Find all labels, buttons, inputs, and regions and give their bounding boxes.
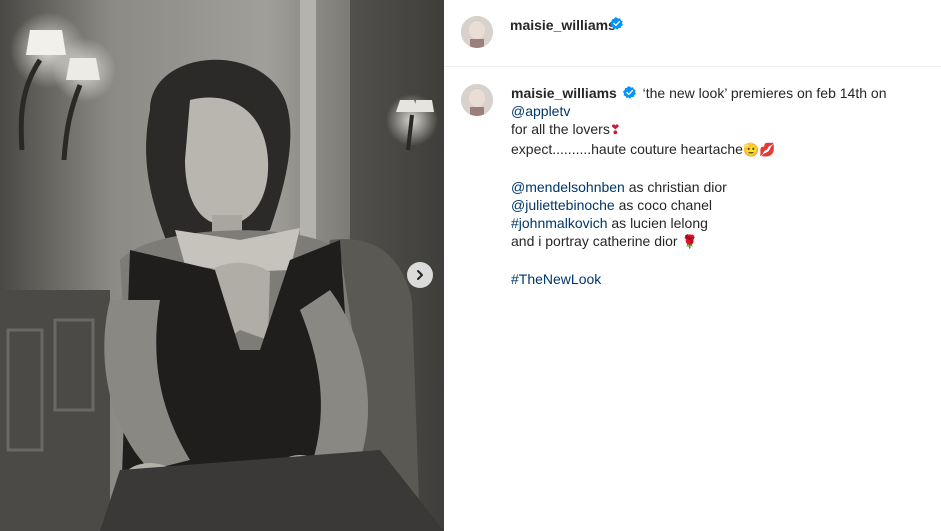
verified-badge-icon xyxy=(622,86,636,99)
caption-line-8: and i portray catherine dior 🌹 xyxy=(511,232,921,252)
hashtag-thenewlook[interactable]: #TheNewLook xyxy=(511,271,601,287)
post-image[interactable] xyxy=(0,0,444,531)
caption-line-9: #TheNewLook xyxy=(511,270,921,288)
caption-avatar[interactable] xyxy=(461,84,493,116)
verified-badge-icon xyxy=(610,17,623,30)
mention-appletv[interactable]: @appletv xyxy=(511,103,570,119)
caption-text-3: for all the lovers xyxy=(511,121,610,137)
caption-username[interactable]: maisie_williams xyxy=(511,85,617,101)
mention-mendelsohnben[interactable]: @mendelsohnben xyxy=(511,179,625,195)
post-side-panel: maisie_williams maisie_williams ‘the new… xyxy=(444,0,941,531)
heart-emoji-icon: ❣ xyxy=(609,123,621,138)
caption-text-1: ‘the new look’ premieres on feb 14th on xyxy=(642,85,887,101)
caption-text-6: as coco chanel xyxy=(614,197,713,213)
caption-line-6: @juliettebinoche as coco chanel xyxy=(511,196,921,214)
caption-text-5: as christian dior xyxy=(624,179,727,195)
caption-line-3: for all the lovers❣ xyxy=(511,120,921,140)
caption-text-4: expect..........haute couture heartache xyxy=(511,141,743,157)
post-photo-art xyxy=(0,0,444,531)
chevron-right-icon xyxy=(417,270,423,280)
caption-line-1: maisie_williams ‘the new look’ premieres… xyxy=(511,84,921,102)
caption-line-5: @mendelsohnben as christian dior xyxy=(511,178,921,196)
avatar[interactable] xyxy=(461,16,493,48)
header-username[interactable]: maisie_williams xyxy=(510,17,616,33)
caption-line-7: #johnmalkovich as lucien lelong xyxy=(511,214,921,232)
caption-text-7: as lucien lelong xyxy=(607,215,708,231)
post-header: maisie_williams xyxy=(444,0,941,67)
rose-emoji-icon: 🌹 xyxy=(681,235,698,250)
hashtag-johnmalkovich[interactable]: #johnmalkovich xyxy=(511,215,608,231)
mention-juliettebinoche[interactable]: @juliettebinoche xyxy=(511,197,615,213)
caption-text-8: and i portray catherine dior xyxy=(511,233,682,249)
caption-line-4: expect..........haute couture heartache🫡… xyxy=(511,140,921,160)
post-caption: maisie_williams ‘the new look’ premieres… xyxy=(511,84,921,288)
caption-line-2: @appletv xyxy=(511,102,921,120)
heartache-emoji-icon: 🫡💋 xyxy=(742,143,776,158)
next-image-button[interactable] xyxy=(407,262,433,288)
